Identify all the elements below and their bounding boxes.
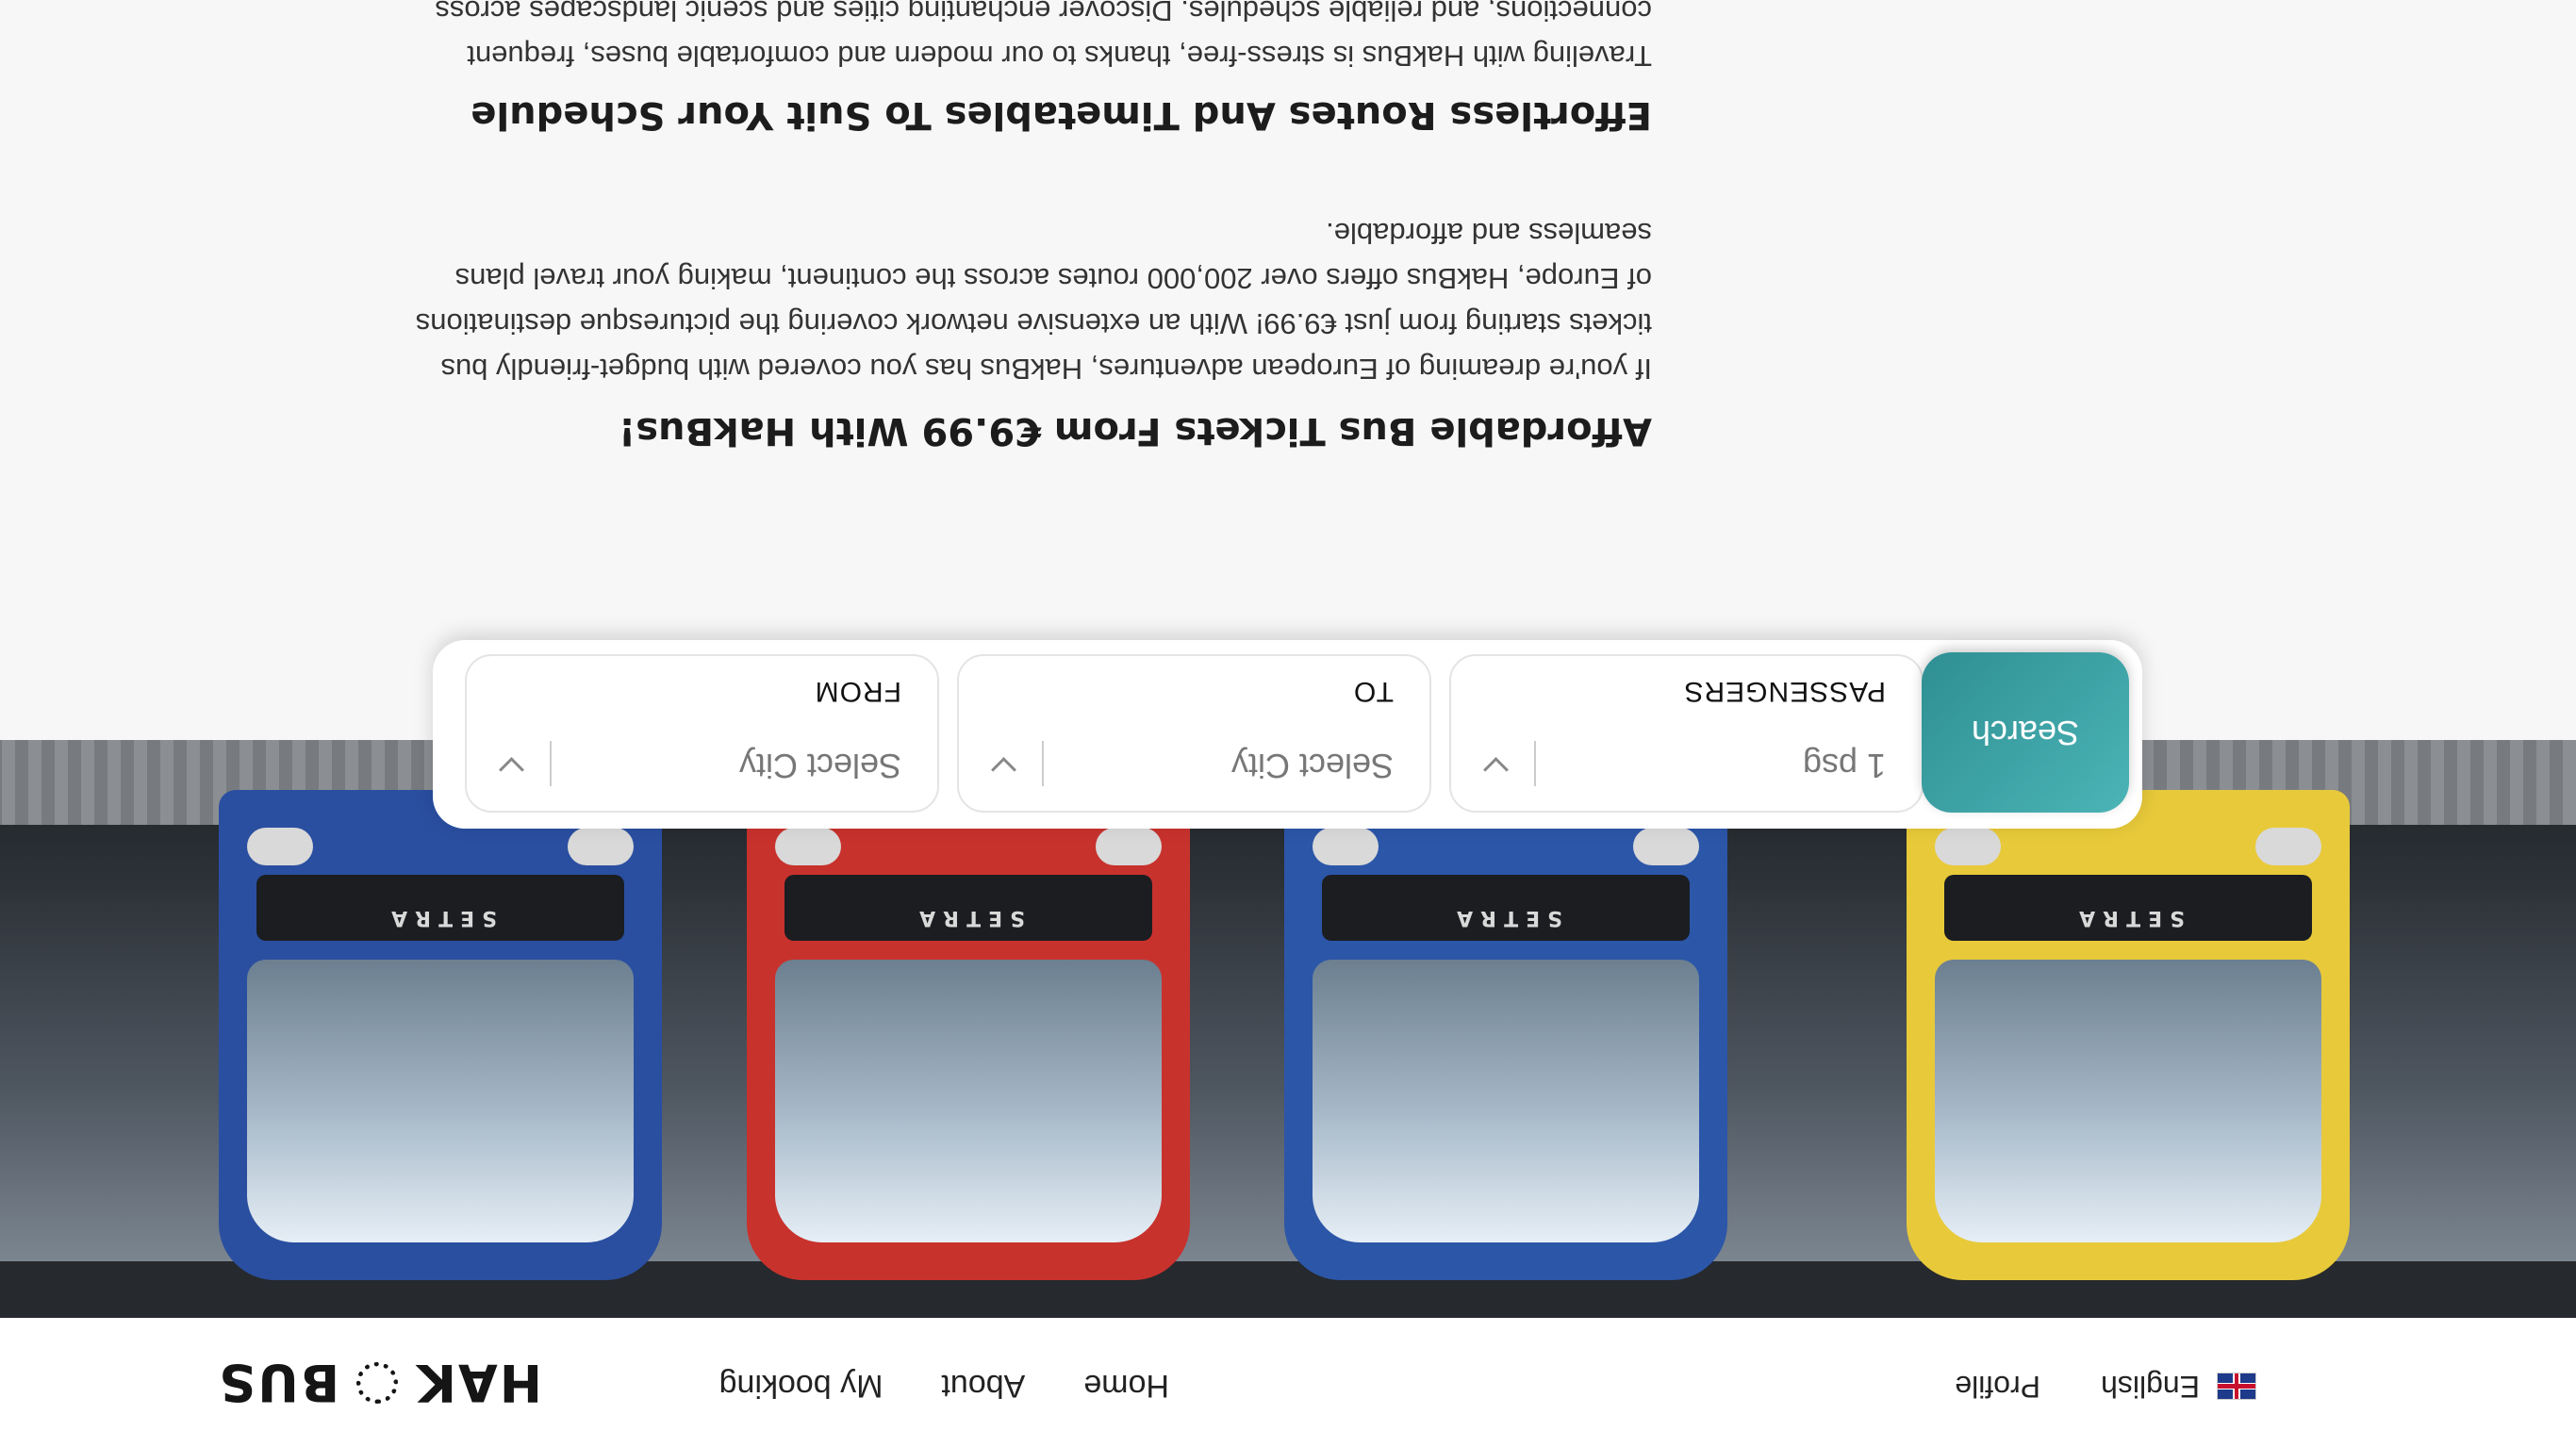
section-text-routes: Traveling with HakBus is stress-free, th… xyxy=(435,0,1652,73)
uk-flag-icon xyxy=(2217,1373,2256,1400)
to-field[interactable]: Select City TO xyxy=(957,654,1431,813)
search-panel: Select City FROM Select City TO 1 psg PA… xyxy=(433,640,2142,829)
from-separator xyxy=(550,741,552,786)
nav-link-home[interactable]: Home xyxy=(1083,1367,1169,1404)
bus-yellow: SETRA xyxy=(1907,790,2350,1280)
nav-links: Home About My booking xyxy=(719,1367,1169,1404)
passengers-field[interactable]: 1 psg PASSENGERS xyxy=(1449,654,1924,813)
logo-ring-icon xyxy=(356,1362,399,1404)
logo-text-right: BUS xyxy=(217,1353,340,1413)
search-button[interactable]: Search xyxy=(1922,652,2129,813)
from-label: FROM xyxy=(814,676,901,707)
section-title-affordable: Affordable Bus Tickets From €9.99 With H… xyxy=(619,409,1652,452)
nav-right: English Profile xyxy=(1955,1369,2256,1404)
section-text-affordable: If you're dreaming of European adventure… xyxy=(415,217,1652,386)
bus-blue-1: SETRA xyxy=(1284,790,1727,1280)
logo-text-left: HAK xyxy=(415,1353,542,1413)
section-title-routes: Effortless Routes And Timetables To Suit… xyxy=(471,93,1652,137)
passengers-chevron-down-icon[interactable] xyxy=(1483,757,1509,782)
navbar: HAK BUS Home About My booking English Pr… xyxy=(0,1318,2576,1447)
nav-link-about[interactable]: About xyxy=(941,1367,1025,1404)
passengers-label: PASSENGERS xyxy=(1683,676,1886,707)
from-field[interactable]: Select City FROM xyxy=(465,654,939,813)
from-value: Select City xyxy=(738,747,901,785)
bus-blue-2: SETRA xyxy=(219,790,662,1280)
bus-red: SETRA xyxy=(747,790,1190,1280)
nav-link-my-booking[interactable]: My booking xyxy=(719,1367,883,1404)
to-value: Select City xyxy=(1230,747,1394,785)
to-chevron-down-icon[interactable] xyxy=(991,757,1016,782)
to-label: TO xyxy=(1352,676,1394,707)
hakbus-logo[interactable]: HAK BUS xyxy=(217,1353,542,1413)
to-separator xyxy=(1042,741,1044,786)
passengers-separator xyxy=(1534,741,1536,786)
passengers-value: 1 psg xyxy=(1802,747,1886,785)
language-selector[interactable]: English xyxy=(2101,1369,2200,1404)
profile-link[interactable]: Profile xyxy=(1955,1369,2040,1404)
page: HAK BUS Home About My booking English Pr… xyxy=(0,0,2576,1447)
from-chevron-down-icon[interactable] xyxy=(499,757,524,782)
